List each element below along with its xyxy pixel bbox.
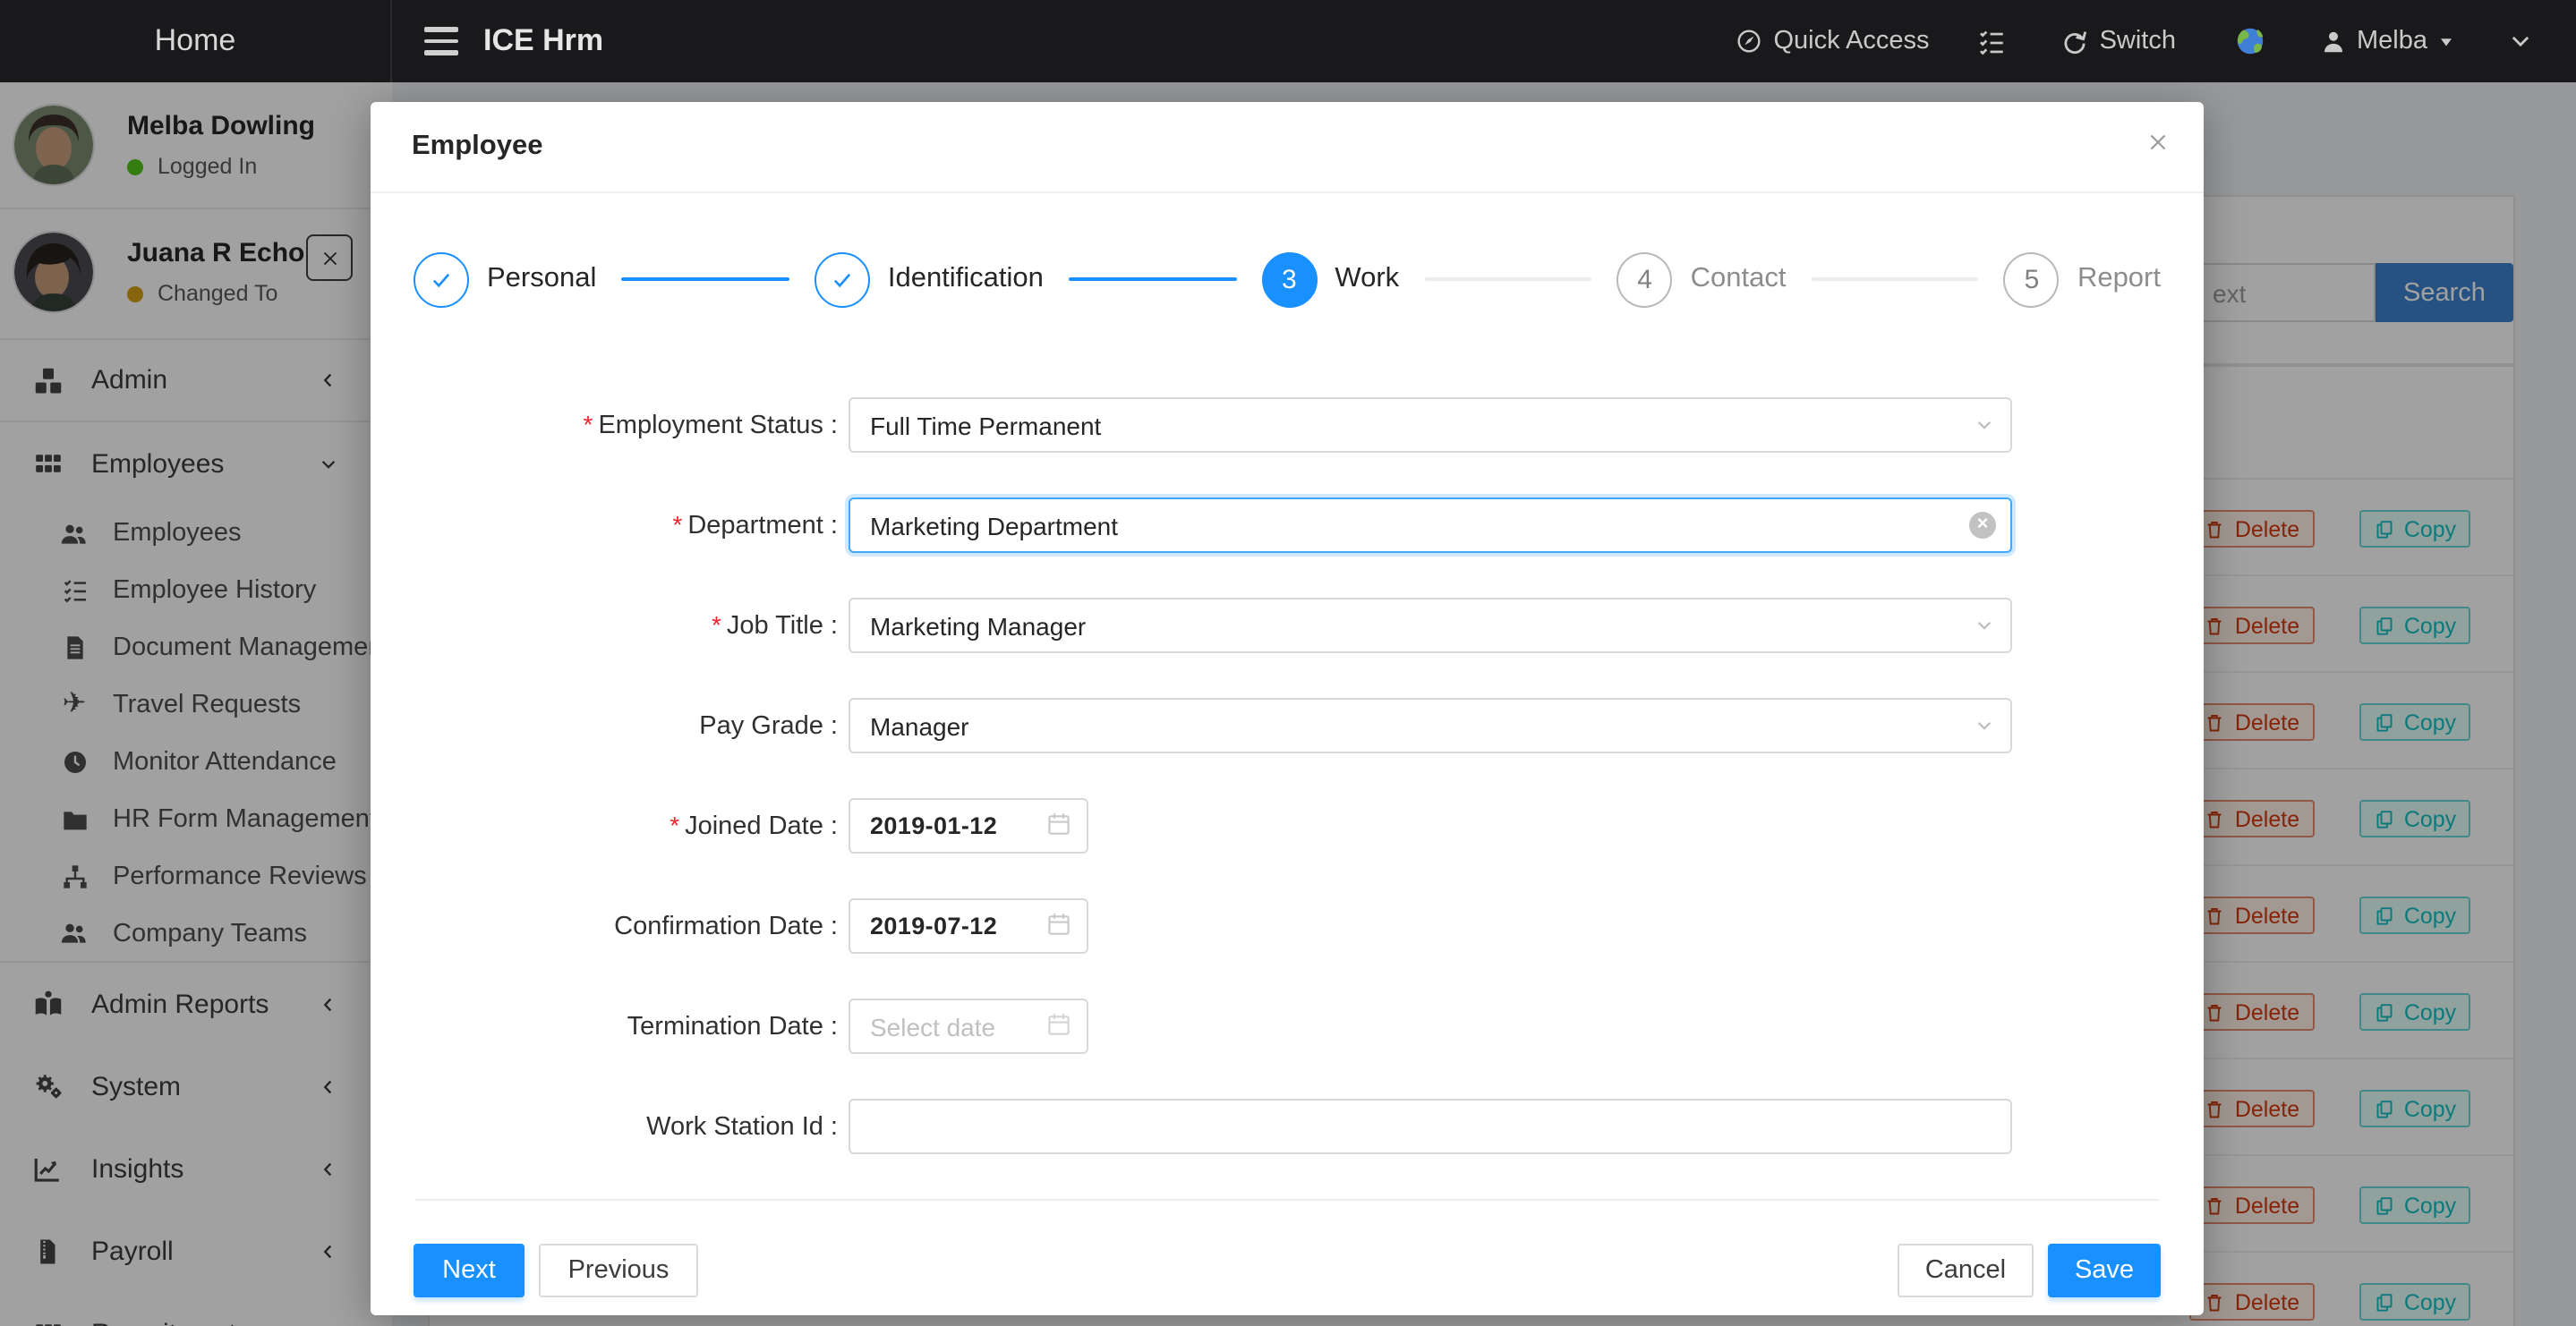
quick-access-button[interactable]: Quick Access	[1735, 27, 1930, 55]
chevron-down-icon	[1975, 616, 1994, 635]
app-brand-title: ICE Hrm	[483, 23, 603, 59]
check-icon	[428, 266, 455, 293]
date-placeholder: Select date	[870, 1012, 995, 1041]
user-silhouette-icon	[2319, 28, 2346, 55]
step-report[interactable]: 5 Report	[2004, 251, 2161, 307]
required-mark: *	[672, 510, 682, 539]
cancel-button[interactable]: Cancel	[1898, 1244, 2034, 1297]
chevron-down-icon	[1975, 415, 1994, 435]
modal-close-icon[interactable]	[2145, 129, 2171, 156]
top-navbar: Home ICE Hrm Quick Access Switch Melba	[0, 0, 2576, 82]
form-row-job-title: *Job Title : Marketing Manager	[371, 598, 2204, 653]
calendar-icon	[1045, 811, 1072, 837]
switch-user-button[interactable]: Switch	[2060, 27, 2176, 55]
chevron-down-icon	[1975, 716, 1994, 735]
next-button[interactable]: Next	[414, 1244, 525, 1297]
work-form: *Employment Status : Full Time Permanent…	[371, 397, 2204, 1154]
step-connector	[1811, 277, 1978, 281]
form-row-pay-grade: Pay Grade : Manager	[371, 698, 2204, 753]
switch-arrow-icon	[2060, 27, 2089, 55]
step-personal[interactable]: Personal	[414, 251, 596, 307]
required-mark: *	[584, 410, 593, 438]
check-icon	[829, 266, 856, 293]
step-connector	[621, 277, 789, 281]
step-identification[interactable]: Identification	[815, 251, 1044, 307]
switch-label: Switch	[2100, 27, 2176, 55]
field-label: Termination Date :	[627, 1012, 838, 1041]
calendar-icon	[1045, 911, 1072, 938]
collapse-navbar-chevron-icon[interactable]	[2508, 29, 2533, 54]
previous-button[interactable]: Previous	[539, 1244, 698, 1297]
modal-header: Employee	[371, 102, 2204, 193]
clear-selection-icon[interactable]: ×	[1969, 512, 1996, 539]
quick-access-label: Quick Access	[1774, 27, 1930, 55]
field-label: Employment Status :	[598, 412, 838, 440]
department-select[interactable]: Marketing Department	[849, 497, 2012, 553]
modal-title: Employee	[412, 131, 542, 163]
steps-wizard: Personal Identification 3 Work 4 Contact…	[414, 225, 2161, 333]
language-globe-icon[interactable]	[2233, 25, 2265, 57]
form-row-work-station-id: Work Station Id :	[371, 1099, 2204, 1154]
step-connector	[1069, 277, 1236, 281]
form-row-department: *Department : Marketing Department ×	[371, 497, 2204, 553]
field-label: Confirmation Date :	[614, 912, 838, 940]
save-button[interactable]: Save	[2048, 1244, 2161, 1297]
task-list-icon[interactable]	[1976, 26, 2007, 56]
step-connector	[1424, 277, 1591, 281]
hamburger-menu-icon[interactable]	[424, 28, 458, 55]
caret-down-icon	[2438, 33, 2454, 49]
modal-footer: Next Previous Cancel Save	[371, 1201, 2204, 1297]
home-label: Home	[155, 23, 236, 59]
app-screen: Home ICE Hrm Quick Access Switch Melba	[0, 0, 2576, 1326]
field-label: Joined Date :	[685, 812, 838, 841]
user-name-label: Melba	[2357, 27, 2427, 55]
step-work[interactable]: 3 Work	[1261, 251, 1399, 307]
employment-status-select[interactable]: Full Time Permanent	[849, 397, 2012, 453]
form-row-confirmation-date: Confirmation Date : 2019-07-12	[371, 898, 2204, 954]
required-mark: *	[712, 610, 721, 639]
field-label: Department :	[687, 512, 838, 540]
job-title-select[interactable]: Marketing Manager	[849, 598, 2012, 653]
employee-modal: Employee Personal Identification 3 Work …	[371, 102, 2204, 1315]
home-nav-section[interactable]: Home	[0, 0, 392, 82]
work-station-id-input[interactable]	[849, 1099, 2012, 1154]
field-label: Pay Grade :	[699, 711, 838, 740]
field-label: Work Station Id :	[646, 1112, 838, 1141]
user-menu[interactable]: Melba	[2319, 27, 2454, 55]
form-row-joined-date: *Joined Date : 2019-01-12	[371, 798, 2204, 854]
step-contact[interactable]: 4 Contact	[1617, 251, 1787, 307]
field-label: Job Title :	[727, 612, 838, 641]
form-row-termination-date: Termination Date : Select date	[371, 999, 2204, 1054]
calendar-icon	[1045, 1011, 1072, 1038]
navbar-right-cluster: Quick Access Switch Melba	[1735, 0, 2534, 82]
required-mark: *	[670, 811, 679, 839]
pay-grade-select[interactable]: Manager	[849, 698, 2012, 753]
compass-icon	[1735, 27, 1763, 55]
form-row-employment-status: *Employment Status : Full Time Permanent	[371, 397, 2204, 453]
